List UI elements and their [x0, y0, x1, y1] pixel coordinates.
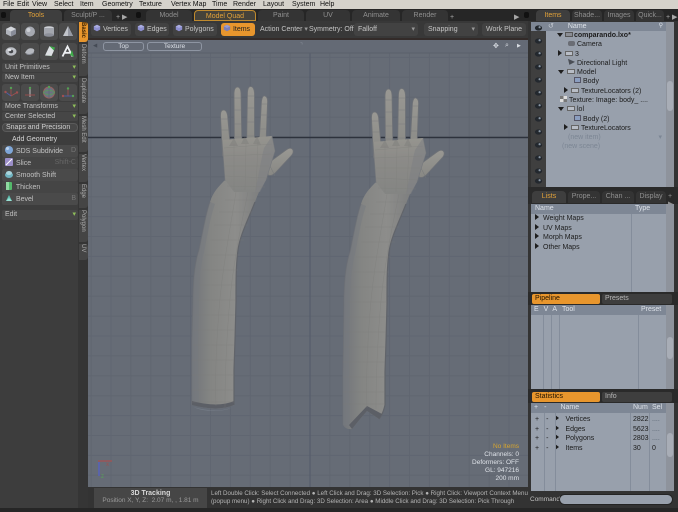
svg-text:z: z [101, 474, 104, 480]
svg-text:x: x [106, 462, 109, 468]
